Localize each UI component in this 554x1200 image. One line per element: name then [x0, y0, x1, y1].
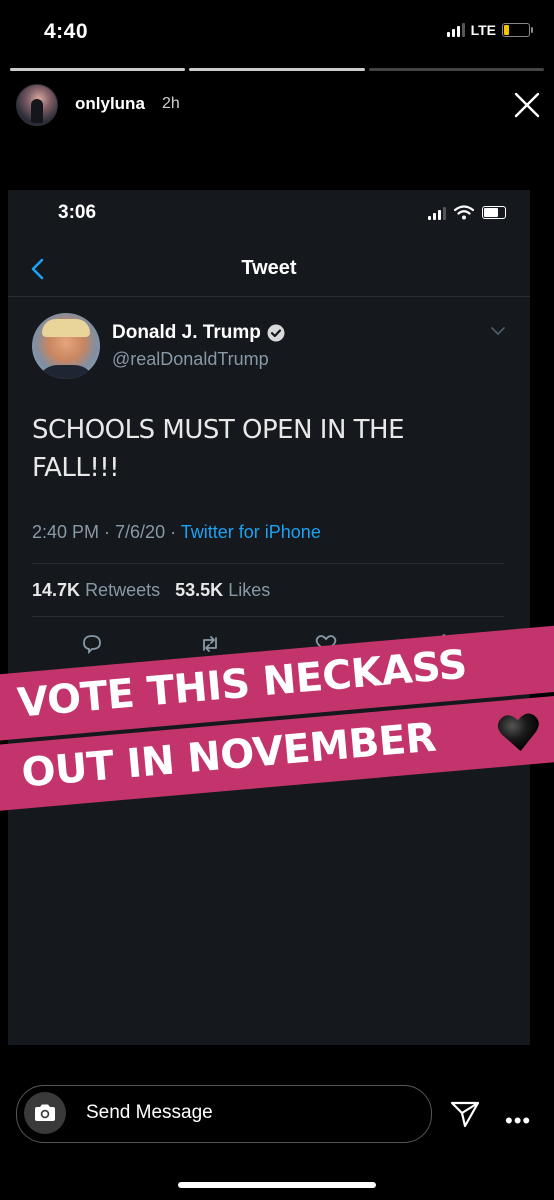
- send-message-placeholder: Send Message: [86, 1102, 213, 1123]
- divider: [8, 296, 530, 297]
- home-indicator: [178, 1182, 376, 1188]
- tweet-stats: 14.7K Retweets 53.5K Likes: [32, 580, 270, 601]
- more-options-icon[interactable]: •••: [505, 1108, 531, 1134]
- signal-icon: [446, 23, 465, 37]
- divider: [32, 563, 504, 564]
- avatar[interactable]: [16, 84, 58, 126]
- black-heart-emoji-icon: [497, 713, 539, 752]
- camera-button[interactable]: [24, 1092, 66, 1134]
- network-label: LTE: [470, 22, 496, 38]
- story-username[interactable]: onlyluna: [75, 94, 145, 114]
- likes-label: Likes: [228, 580, 271, 600]
- story-progress-segment: [368, 68, 544, 71]
- story-time-ago: 2h: [162, 95, 180, 112]
- reply-icon[interactable]: [80, 632, 104, 656]
- divider: [32, 616, 504, 617]
- retweets-count[interactable]: 14.7K: [32, 580, 80, 600]
- chevron-down-icon[interactable]: [490, 326, 506, 336]
- send-message-field[interactable]: [16, 1085, 432, 1143]
- battery-icon: [482, 206, 506, 219]
- screenshot-status-time: 3:06: [58, 202, 97, 223]
- retweet-icon[interactable]: [198, 632, 222, 656]
- tweet-timestamp: 2:40 PM · 7/6/20 ·: [32, 522, 177, 542]
- tweet-author-handle[interactable]: @realDonaldTrump: [112, 349, 269, 370]
- wifi-icon: [454, 205, 474, 220]
- retweets-label: Retweets: [85, 580, 161, 600]
- screenshot-status-indicators: [428, 205, 506, 220]
- tweet-text: SCHOOLS MUST OPEN IN THE FALL!!!: [32, 415, 405, 483]
- camera-icon: [35, 1104, 55, 1121]
- verified-badge-icon: [267, 324, 285, 342]
- status-time: 4:40: [44, 20, 89, 43]
- signal-icon: [428, 206, 446, 220]
- send-direct-icon[interactable]: [449, 1099, 481, 1129]
- close-icon[interactable]: [514, 92, 540, 118]
- status-indicators: LTE: [446, 22, 533, 38]
- battery-icon: [502, 23, 533, 37]
- author-name-text: Donald J. Trump: [112, 322, 261, 343]
- story-progress: [10, 68, 544, 71]
- story-progress-segment: [10, 68, 186, 71]
- tweet-author-avatar[interactable]: [32, 313, 100, 379]
- tweet-source-link[interactable]: Twitter for iPhone: [181, 522, 321, 542]
- page-title: Tweet: [241, 257, 297, 279]
- story-progress-segment: [189, 68, 365, 71]
- likes-count[interactable]: 53.5K: [175, 580, 223, 600]
- tweet-meta: 2:40 PM · 7/6/20 · Twitter for iPhone: [32, 522, 321, 543]
- tweet-author-name[interactable]: Donald J. Trump: [112, 322, 285, 344]
- tweet-screenshot: [8, 190, 530, 1045]
